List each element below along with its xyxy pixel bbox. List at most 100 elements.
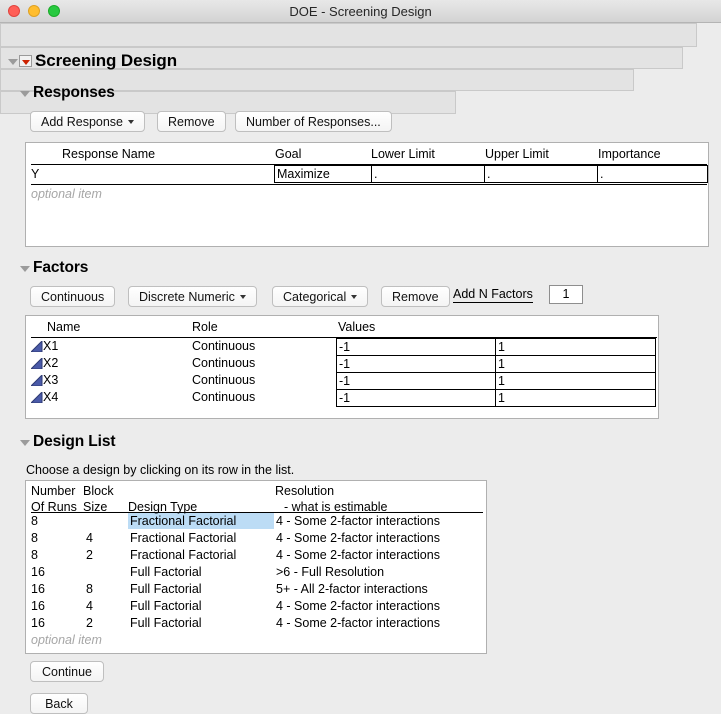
design-list-disclosure-triangle-icon[interactable] bbox=[18, 436, 31, 449]
factors-outline-row[interactable]: Factors bbox=[18, 259, 88, 277]
design-resolution: 4 - Some 2-factor interactions bbox=[276, 616, 440, 630]
add-n-factors-label[interactable]: Add N Factors bbox=[453, 287, 533, 303]
red-triangle-menu-icon[interactable] bbox=[19, 55, 32, 67]
continuous-factor-icon bbox=[31, 358, 43, 369]
categorical-factor-button[interactable]: Categorical bbox=[272, 286, 368, 307]
response-col-upper-limit: Upper Limit bbox=[485, 147, 549, 161]
screening-design-outline-row[interactable]: Screening Design bbox=[6, 51, 177, 71]
factors-disclosure-triangle-icon[interactable] bbox=[18, 262, 31, 275]
remove-response-label: Remove bbox=[168, 115, 215, 129]
factor-value-low[interactable]: -1 bbox=[336, 372, 496, 390]
response-importance-cell[interactable]: . bbox=[597, 165, 708, 183]
design-runs: 16 bbox=[31, 599, 45, 613]
continuous-factor-icon bbox=[31, 341, 43, 352]
responses-disclosure-triangle-icon[interactable] bbox=[18, 87, 31, 100]
factor-col-values: Values bbox=[338, 320, 375, 334]
design-block: 4 bbox=[86, 531, 93, 545]
number-of-responses-button[interactable]: Number of Responses... bbox=[235, 111, 392, 132]
maximize-button[interactable] bbox=[48, 5, 60, 17]
factors-table-panel[interactable]: Name Role Values X1 Continuous -1 1 X2 C… bbox=[25, 315, 659, 419]
remove-factor-label: Remove bbox=[392, 290, 439, 304]
design-type: Full Factorial bbox=[130, 616, 202, 630]
responses-table-panel[interactable]: Response Name Goal Lower Limit Upper Lim… bbox=[25, 142, 709, 247]
response-col-goal: Goal bbox=[275, 147, 301, 161]
design-type: Fractional Factorial bbox=[130, 548, 236, 562]
design-runs: 8 bbox=[31, 514, 38, 528]
factor-value-low[interactable]: -1 bbox=[336, 338, 496, 356]
number-of-responses-label: Number of Responses... bbox=[246, 115, 381, 129]
factor-name[interactable]: X4 bbox=[43, 390, 58, 404]
factor-value-high[interactable]: 1 bbox=[495, 389, 656, 407]
design-list-instruction: Choose a design by clicking on its row i… bbox=[26, 463, 294, 477]
design-runs: 16 bbox=[31, 616, 45, 630]
response-goal-cell[interactable]: Maximize bbox=[274, 165, 372, 183]
dialog-content: Screening Design Responses Add Response … bbox=[0, 23, 721, 705]
design-type: Fractional Factorial bbox=[130, 514, 236, 528]
window-title: DOE - Screening Design bbox=[0, 4, 721, 19]
design-type: Full Factorial bbox=[130, 582, 202, 596]
close-button[interactable] bbox=[8, 5, 20, 17]
design-resolution: 4 - Some 2-factor interactions bbox=[276, 548, 440, 562]
design-block: 8 bbox=[86, 582, 93, 596]
response-upper-limit-cell[interactable]: . bbox=[484, 165, 598, 183]
response-col-lower-limit: Lower Limit bbox=[371, 147, 435, 161]
factor-value-low[interactable]: -1 bbox=[336, 355, 496, 373]
factor-value-high[interactable]: 1 bbox=[495, 338, 656, 356]
design-block: 2 bbox=[86, 548, 93, 562]
factor-role[interactable]: Continuous bbox=[192, 390, 255, 404]
factor-name[interactable]: X2 bbox=[43, 356, 58, 370]
add-n-factors-input[interactable]: 1 bbox=[549, 285, 583, 304]
design-header-rule bbox=[31, 512, 483, 513]
minimize-button[interactable] bbox=[28, 5, 40, 17]
chevron-down-icon bbox=[240, 295, 246, 299]
design-list-outline-row[interactable]: Design List bbox=[18, 433, 115, 451]
continuous-factor-button[interactable]: Continuous bbox=[30, 286, 115, 307]
responses-optional-item[interactable]: optional item bbox=[31, 187, 102, 201]
design-col-block-line1: Block bbox=[83, 484, 114, 498]
row-rule bbox=[31, 184, 707, 185]
window-controls bbox=[8, 5, 60, 17]
factor-role[interactable]: Continuous bbox=[192, 339, 255, 353]
design-list-optional-item[interactable]: optional item bbox=[31, 633, 102, 647]
continue-button[interactable]: Continue bbox=[30, 661, 104, 682]
disclosure-triangle-icon[interactable] bbox=[6, 55, 19, 68]
factor-value-high[interactable]: 1 bbox=[495, 372, 656, 390]
design-type: Fractional Factorial bbox=[130, 531, 236, 545]
chevron-down-icon bbox=[351, 295, 357, 299]
remove-factor-button[interactable]: Remove bbox=[381, 286, 450, 307]
design-resolution: 4 - Some 2-factor interactions bbox=[276, 514, 440, 528]
response-lower-limit-cell[interactable]: . bbox=[371, 165, 485, 183]
factor-name[interactable]: X1 bbox=[43, 339, 58, 353]
add-response-button[interactable]: Add Response bbox=[30, 111, 145, 132]
categorical-factor-label: Categorical bbox=[283, 290, 346, 304]
factor-name[interactable]: X3 bbox=[43, 373, 58, 387]
chevron-down-icon bbox=[128, 120, 134, 124]
design-block: 4 bbox=[86, 599, 93, 613]
continuous-factor-icon bbox=[31, 375, 43, 386]
screening-design-band bbox=[0, 23, 697, 47]
design-resolution: 4 - Some 2-factor interactions bbox=[276, 599, 440, 613]
continuous-factor-label: Continuous bbox=[41, 290, 104, 304]
factor-role[interactable]: Continuous bbox=[192, 373, 255, 387]
page-title: Screening Design bbox=[35, 51, 177, 71]
remove-response-button[interactable]: Remove bbox=[157, 111, 226, 132]
factor-value-high[interactable]: 1 bbox=[495, 355, 656, 373]
design-resolution: 5+ - All 2-factor interactions bbox=[276, 582, 428, 596]
design-block: 2 bbox=[86, 616, 93, 630]
design-list-table-panel[interactable]: Number Of Runs Block Size Design Type Re… bbox=[25, 480, 487, 654]
responses-outline-row[interactable]: Responses bbox=[18, 84, 115, 102]
response-name-cell[interactable]: Y bbox=[31, 167, 39, 181]
discrete-numeric-factor-label: Discrete Numeric bbox=[139, 290, 235, 304]
continuous-factor-icon bbox=[31, 392, 43, 403]
responses-title: Responses bbox=[33, 84, 115, 102]
continue-label: Continue bbox=[42, 665, 92, 679]
factor-role[interactable]: Continuous bbox=[192, 356, 255, 370]
response-col-importance: Importance bbox=[598, 147, 661, 161]
design-runs: 8 bbox=[31, 548, 38, 562]
factor-value-low[interactable]: -1 bbox=[336, 389, 496, 407]
factor-col-name: Name bbox=[47, 320, 80, 334]
add-response-label: Add Response bbox=[41, 115, 123, 129]
factor-col-role: Role bbox=[192, 320, 218, 334]
discrete-numeric-factor-button[interactable]: Discrete Numeric bbox=[128, 286, 257, 307]
design-col-runs-line1: Number bbox=[31, 484, 75, 498]
